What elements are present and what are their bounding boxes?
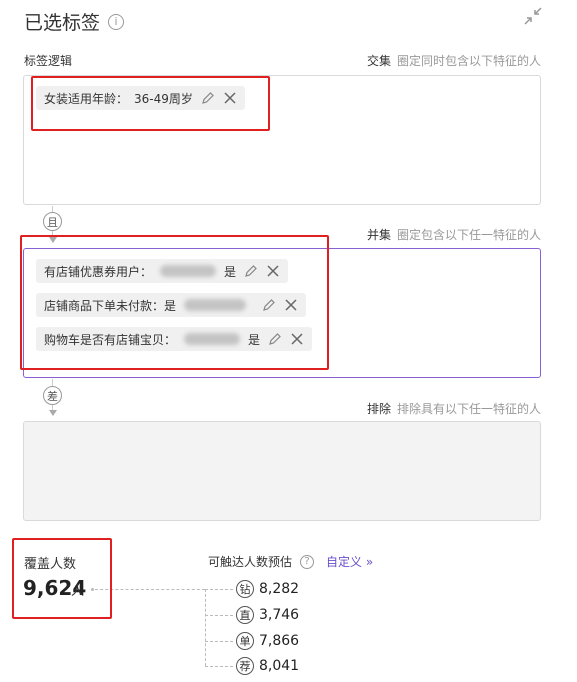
annotation-frame: [31, 76, 270, 131]
arrow-down-icon: [49, 410, 57, 416]
info-icon[interactable]: i: [108, 13, 125, 30]
direct-channel-icon: 直: [236, 606, 254, 624]
channel-row: 钻 8,282: [236, 580, 299, 598]
union-name: 并集: [366, 228, 391, 242]
and-connector: 且: [43, 212, 62, 231]
tree-line: [205, 615, 233, 616]
channel-value: 7,866: [259, 633, 300, 649]
header: 已选标签 i: [24, 8, 125, 35]
tree-line: [205, 641, 233, 642]
diamond-channel-icon: 钻: [236, 580, 254, 598]
channel-value: 3,746: [259, 607, 300, 623]
exclude-desc: 排除具有以下任一特征的人: [396, 402, 541, 416]
channel-row: 单 7,866: [236, 632, 299, 650]
exclude-header: 排除 排除具有以下任一特征的人: [367, 400, 541, 417]
tree-line: [205, 589, 233, 590]
channel-value: 8,282: [259, 581, 300, 597]
channel-row: 荐 8,041: [236, 657, 299, 675]
reach-label: 可触达人数预估: [208, 555, 293, 569]
annotation-frame: [12, 538, 112, 619]
channel-value: 8,041: [259, 658, 300, 674]
custom-link[interactable]: 自定义 »: [326, 553, 373, 570]
recommend-channel-icon: 荐: [236, 657, 254, 675]
tree-line: [205, 589, 206, 666]
intersection-desc: 圈定同时包含以下特征的人: [396, 54, 541, 68]
annotation-frame: [20, 235, 329, 370]
page-title: 已选标签: [24, 12, 101, 34]
tree-line: [205, 666, 233, 667]
intersection-name: 交集: [366, 54, 391, 68]
union-desc: 圈定包含以下任一特征的人: [396, 228, 541, 242]
single-channel-icon: 单: [236, 632, 254, 650]
intersection-header: 交集 圈定同时包含以下特征的人: [367, 52, 541, 69]
union-header: 并集 圈定包含以下任一特征的人: [367, 226, 541, 243]
minus-connector: 差: [43, 386, 62, 405]
tag-logic-label: 标签逻辑: [24, 54, 73, 68]
reach-header: 可触达人数预估 ? 自定义 »: [208, 553, 373, 570]
exclude-box[interactable]: [23, 421, 541, 521]
exclude-name: 排除: [366, 402, 391, 416]
collapse-icon[interactable]: [523, 6, 543, 26]
channel-row: 直 3,746: [236, 606, 299, 624]
help-icon[interactable]: ?: [300, 554, 315, 569]
